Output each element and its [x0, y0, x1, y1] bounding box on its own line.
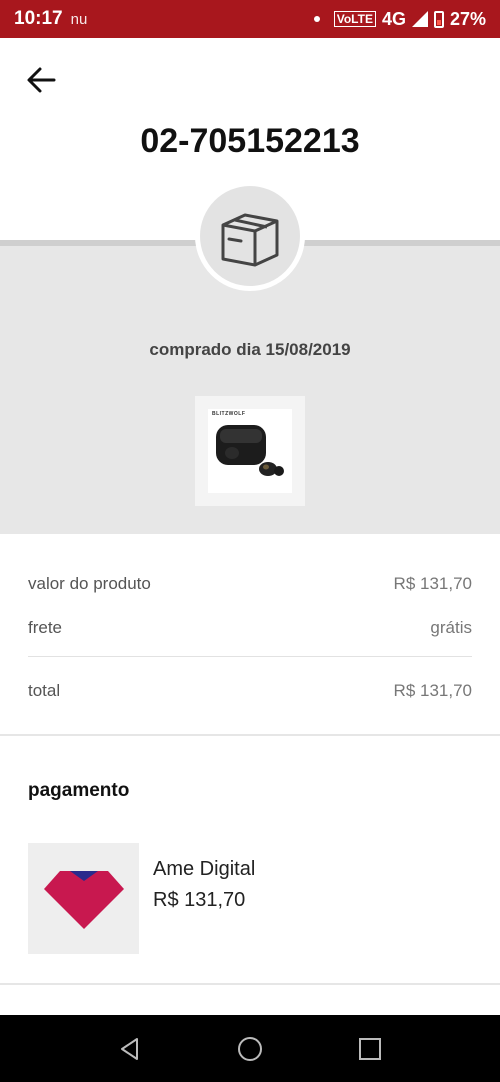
- status-bar: 10:17 nu VoLTE 4G 27%: [0, 0, 500, 38]
- triangle-back-icon: [121, 1037, 138, 1060]
- circle-home-icon: [238, 1036, 262, 1061]
- back-button[interactable]: [24, 62, 60, 98]
- product-value-row: valor do produto R$ 131,70: [28, 574, 472, 594]
- total-label: total: [28, 681, 61, 700]
- nav-recents-button[interactable]: [350, 1029, 390, 1069]
- total-value: R$ 131,70: [393, 681, 472, 700]
- nav-home-button[interactable]: [230, 1029, 270, 1069]
- payment-method-logo: [28, 843, 139, 954]
- product-brand-logo: BLITZWOLF: [212, 411, 246, 417]
- summary-divider: [28, 656, 472, 657]
- ame-logo-icon: [43, 870, 124, 929]
- payment-method-name: Ame Digital: [153, 858, 256, 880]
- product-thumbnail[interactable]: BLITZWOLF: [195, 396, 305, 506]
- notification-dot-icon: [313, 16, 320, 22]
- shipping-label: frete: [28, 618, 63, 637]
- product-value-label: valor do produto: [28, 574, 151, 593]
- payment-amount: R$ 131,70: [153, 889, 246, 911]
- order-number: 02-705152213: [140, 122, 360, 160]
- arrow-left-icon: [27, 67, 56, 93]
- payment-title: pagamento: [28, 780, 130, 801]
- package-box-icon: [221, 213, 279, 267]
- section-divider: [0, 734, 500, 736]
- status-time: 10:17: [14, 8, 63, 29]
- bottom-divider: [0, 983, 500, 985]
- product-value-amount: R$ 131,70: [393, 574, 472, 593]
- package-status-badge: [200, 186, 300, 286]
- earbuds-icon: [216, 425, 284, 476]
- status-indicators: VoLTE 4G 27%: [313, 8, 486, 30]
- battery-icon: [433, 10, 444, 28]
- carrier-icon: nu: [70, 10, 88, 28]
- shipping-value: grátis: [430, 618, 472, 637]
- battery-level: 27%: [449, 8, 486, 29]
- volte-badge: VoLTE: [333, 11, 376, 27]
- shipping-row: frete grátis: [28, 618, 472, 638]
- navigation-bar: [0, 1015, 500, 1082]
- total-row: total R$ 131,70: [28, 681, 472, 701]
- signal-icon: [411, 11, 428, 27]
- purchase-date: comprado dia 15/08/2019: [149, 340, 351, 359]
- earbuds-product-image: BLITZWOLF: [208, 409, 292, 493]
- nav-back-button[interactable]: [110, 1029, 150, 1069]
- network-type: 4G: [381, 8, 406, 29]
- square-recents-icon: [359, 1037, 381, 1060]
